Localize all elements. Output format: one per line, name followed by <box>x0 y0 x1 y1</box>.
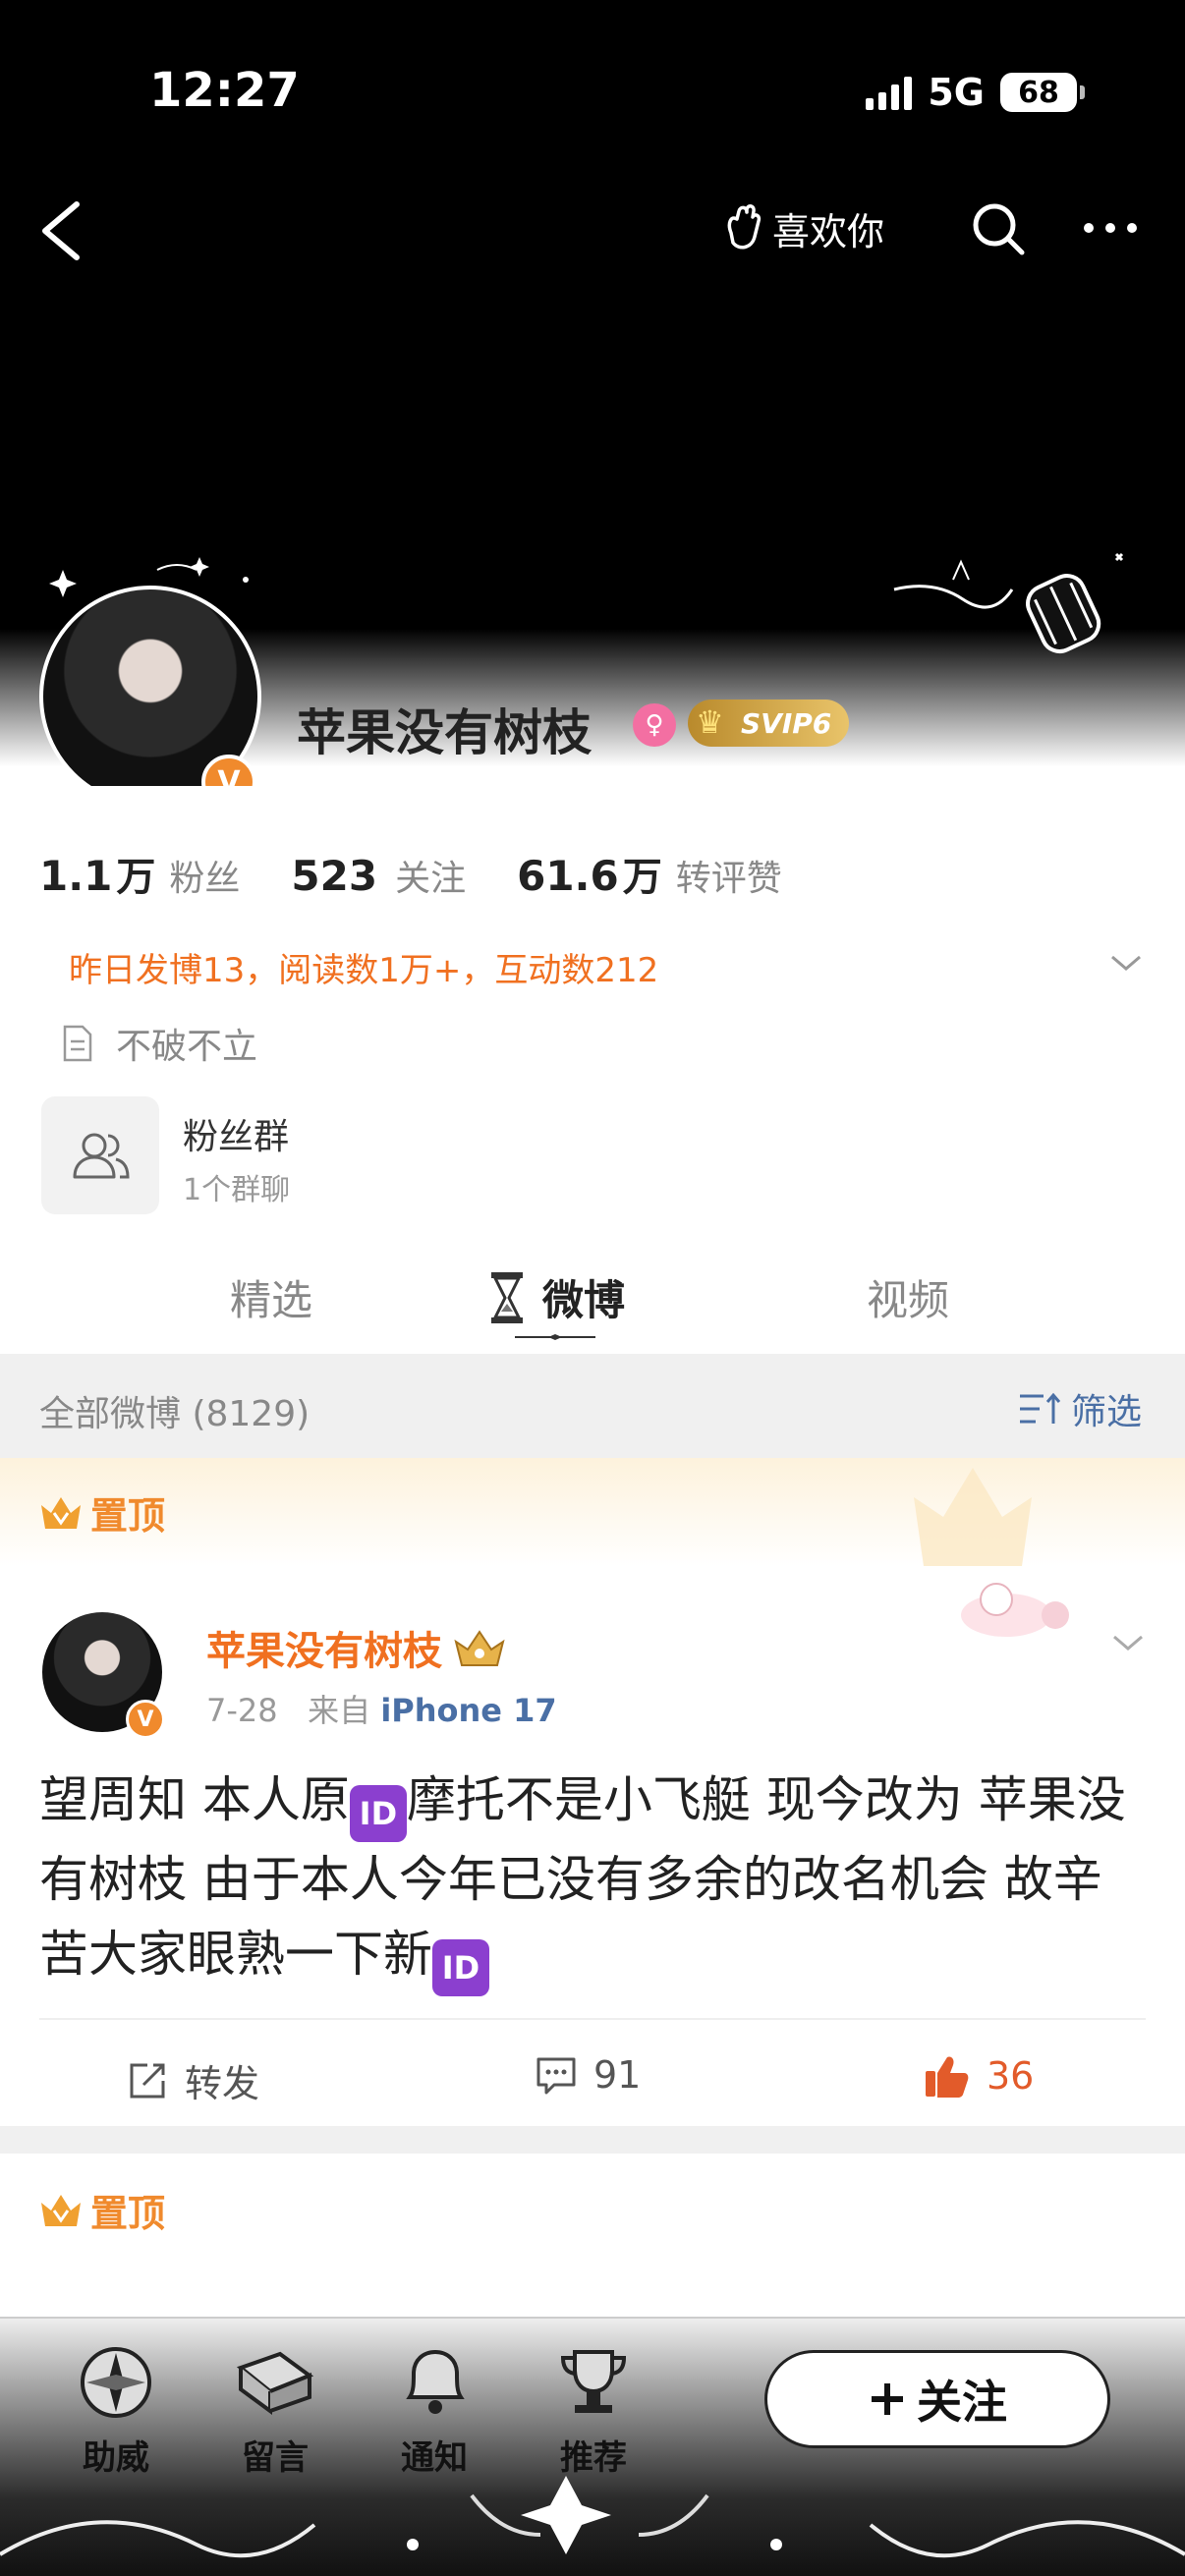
stat-label: 粉丝 <box>169 859 241 899</box>
profile-tabs: 精选 微博 视频 <box>0 1248 1185 1354</box>
comment-icon <box>536 2057 576 2095</box>
like-button[interactable]: 36 <box>924 2053 1034 2099</box>
pinned-text: 置顶 <box>90 2192 166 2235</box>
svip-crown-icon <box>454 1630 505 1666</box>
id-emoji-icon: ID <box>349 1785 407 1842</box>
status-time: 12:27 <box>149 63 300 118</box>
battery-icon: 68 <box>1000 73 1085 112</box>
chevron-down-icon[interactable] <box>1108 951 1144 975</box>
profile-stats: 1.1 万 粉丝 523 关注 61.6 万 转评赞 <box>39 845 833 902</box>
verified-badge-icon: V <box>126 1700 165 1739</box>
hand-wave-icon <box>727 203 762 250</box>
stat-label: 关注 <box>395 859 467 899</box>
bio-text: 不破不立 <box>116 1027 258 1067</box>
activity-summary[interactable]: 昨日发博13，阅读数1万+，互动数212 <box>69 943 658 991</box>
like-you-button[interactable]: 喜欢你 <box>721 201 884 255</box>
filter-button[interactable]: 筛选 <box>1018 1383 1142 1434</box>
profile-info: 1.1 万 粉丝 523 关注 61.6 万 转评赞 昨日发博13，阅读数1万+… <box>0 786 1185 1354</box>
search-icon[interactable] <box>971 201 1026 256</box>
cheer-button[interactable]: 助威 <box>57 2338 175 2479</box>
fans-group-card[interactable]: 粉丝群 1个群聊 <box>41 1096 1142 1214</box>
fans-group-icon-box <box>41 1096 159 1214</box>
pinned-label: 置顶 <box>39 2183 165 2237</box>
like-count: 36 <box>987 2054 1035 2098</box>
group-chat-icon <box>73 1133 130 1179</box>
profile-header: 12:27 5G 68 喜欢你 V 苹果没有树枝 ♀ ♛ SVIP6 <box>0 0 1185 810</box>
follow-label: 关注 <box>917 2376 1007 2429</box>
document-icon <box>63 1025 92 1062</box>
recommend-button[interactable]: 推荐 <box>535 2338 652 2479</box>
svip-badge[interactable]: ♛ SVIP6 <box>688 700 850 747</box>
bell-icon <box>406 2349 465 2414</box>
status-indicators: 5G 68 <box>866 71 1085 114</box>
female-gender-icon: ♀ <box>633 703 676 747</box>
crown-v-icon <box>41 2194 81 2226</box>
thumbs-up-icon <box>926 2056 969 2098</box>
comment-button[interactable]: 91 <box>535 2053 641 2097</box>
filter-label: 筛选 <box>1070 1392 1142 1432</box>
feed-header: 全部微博 (8129) 筛选 <box>0 1354 1185 1458</box>
post-content: 望周知 本人原 ID 摩托不是小飞艇 现今改为 苹果没有树枝 由于本人今年已没有多余… <box>39 1763 1150 1996</box>
back-arrow-icon[interactable] <box>33 196 92 265</box>
book-icon <box>236 2351 314 2415</box>
compass-icon <box>81 2347 151 2418</box>
notify-button[interactable]: 通知 <box>375 2338 493 2479</box>
repost-icon <box>130 2063 165 2098</box>
stat-number: 1.1 <box>39 852 113 900</box>
crown-watermark-icon <box>914 1468 1032 1566</box>
stat-interactions[interactable]: 61.6 万 转评赞 <box>517 845 782 902</box>
stat-unit: 万 <box>116 855 156 900</box>
fans-group-subtitle: 1个群聊 <box>183 1173 291 1207</box>
like-you-label: 喜欢你 <box>772 210 885 253</box>
crown-icon: ♛ <box>696 703 724 741</box>
chevron-down-icon[interactable] <box>1110 1631 1146 1654</box>
trophy-icon <box>560 2350 627 2413</box>
stat-following[interactable]: 523 关注 <box>291 850 466 901</box>
tab-active-indicator <box>515 1334 595 1340</box>
fans-group-title: 粉丝群 <box>183 1117 290 1157</box>
post-source-prefix: 来自 <box>308 1692 371 1729</box>
hourglass-icon <box>491 1271 523 1323</box>
crown-v-icon <box>41 1496 81 1529</box>
lantern-decoration-icon <box>893 552 1124 654</box>
follow-button[interactable]: 关注 <box>764 2350 1110 2448</box>
stat-fans[interactable]: 1.1 万 粉丝 <box>39 845 240 902</box>
svip-label: SVIP6 <box>741 706 832 740</box>
post-text-part: 望周知 本人原 <box>39 1771 350 1828</box>
signal-icon <box>866 75 913 110</box>
stat-number: 61.6 <box>517 852 619 900</box>
stat-label: 转评赞 <box>675 859 782 899</box>
id-emoji-icon: ID <box>432 1939 489 1996</box>
comment-count: 91 <box>593 2053 642 2097</box>
post-date: 7-28 <box>206 1692 278 1729</box>
profile-name: 苹果没有树枝 <box>297 704 592 761</box>
tab-weibo[interactable]: 微博 <box>485 1267 625 1327</box>
more-icon[interactable] <box>1081 218 1140 238</box>
sticker-decoration-icon <box>961 1583 1069 1637</box>
tab-featured[interactable]: 精选 <box>230 1267 312 1327</box>
stat-unit: 万 <box>622 855 662 900</box>
divider <box>39 2018 1146 2020</box>
network-type: 5G <box>928 71 985 114</box>
bio: 不破不立 <box>61 1018 257 1069</box>
filter-icon <box>1019 1392 1061 1424</box>
post-author[interactable]: 苹果没有树枝 <box>206 1619 507 1676</box>
pinned-label: 置顶 <box>39 1485 165 1540</box>
repost-label: 转发 <box>185 2062 260 2105</box>
post-author-name: 苹果没有树枝 <box>206 1629 442 1674</box>
pinned-post[interactable]: 置顶 V 苹果没有树枝 7-28 来自 iPhone 17 望周知 本人原 ID 摩… <box>0 1458 1185 2126</box>
tab-video[interactable]: 视频 <box>867 1267 949 1327</box>
feed-count: 全部微博 (8129) <box>39 1394 310 1434</box>
post-meta: 7-28 来自 iPhone 17 <box>206 1686 557 1731</box>
post-actions: 转发 91 36 <box>0 2028 1185 2126</box>
bottom-action-bar: 助威 留言 通知 推荐 关注 <box>0 2317 1185 2576</box>
stat-number: 523 <box>291 852 378 900</box>
pinned-text: 置顶 <box>90 1494 166 1538</box>
post-device: iPhone 17 <box>380 1692 557 1729</box>
message-button[interactable]: 留言 <box>216 2338 334 2479</box>
ornament-decoration-icon <box>0 2476 1185 2558</box>
repost-button[interactable]: 转发 <box>126 2053 259 2107</box>
tab-weibo-label: 微博 <box>542 1276 626 1324</box>
plus-icon <box>872 2383 903 2415</box>
